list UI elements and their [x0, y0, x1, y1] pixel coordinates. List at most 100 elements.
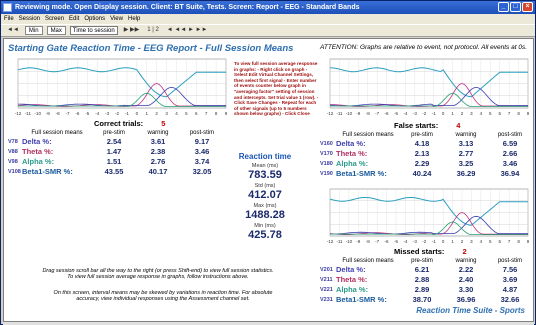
- x-tick-label: 2: [461, 239, 464, 244]
- menu-edit[interactable]: Edit: [69, 14, 79, 24]
- app-icon: [3, 3, 12, 12]
- post-stim-value: 36.94: [500, 169, 520, 178]
- menu-options[interactable]: Options: [84, 14, 105, 24]
- chart-false[interactable]: -12 -11 -10 -9 -8 -7 -6 -5 -4 -3 -2 -1 0 1 2 3 4 5 6 7 8 9: [320, 57, 532, 117]
- channel-code: V170: [320, 150, 333, 157]
- x-tick-label: -4: [403, 239, 407, 244]
- band-name: Theta %:: [22, 147, 54, 156]
- x-tick-label: -10: [35, 111, 42, 116]
- footer-line-2: To view full session average response in…: [67, 274, 249, 280]
- time-dropdown[interactable]: Time to session: [69, 26, 118, 35]
- pre-stim-value: 2.88: [414, 275, 430, 284]
- header-pre: pre-stim: [103, 130, 125, 136]
- missed-count: 2: [462, 247, 467, 256]
- x-tick-label: -7: [375, 111, 379, 116]
- x-tick-label: -4: [403, 111, 407, 116]
- post-stim-value: 3.74: [194, 157, 210, 166]
- close-button[interactable]: ×: [522, 2, 533, 12]
- post-stim-value: 7.56: [502, 265, 518, 274]
- band-name: Beta1-SMR %:: [22, 167, 73, 176]
- x-tick-label: 4: [480, 239, 483, 244]
- menu-file[interactable]: File: [4, 14, 14, 24]
- channel-code: V201: [320, 266, 333, 273]
- x-tick-label: 1: [451, 111, 454, 116]
- correct-table: Full session means pre-stim warning post-st…: [8, 130, 230, 176]
- x-tick-label: 7: [508, 239, 511, 244]
- x-tick-label: -6: [75, 111, 79, 116]
- toolbar: ◄◄ Min Max Time to session ▶ ▶▶ 1 | 2 ◄ …: [1, 24, 535, 37]
- rt-max: 1488.28: [245, 209, 285, 221]
- x-tick-label: -9: [356, 111, 360, 116]
- x-tick-label: -12: [15, 111, 22, 116]
- play-button[interactable]: ▶ ▶▶: [122, 26, 142, 35]
- pre-stim-value: 2.13: [414, 149, 430, 158]
- channel-code: V211: [320, 276, 333, 283]
- maximize-button[interactable]: □: [510, 2, 521, 12]
- pre-stim-value: 43.55: [104, 167, 124, 176]
- band-name: Beta1-SMR %:: [336, 169, 387, 178]
- post-stim-value: 32.66: [500, 295, 520, 304]
- correct-trials-section: Correct trials: 5 Full session means pre-…: [8, 119, 230, 176]
- page-control[interactable]: 1 | 2: [145, 26, 161, 35]
- correct-count: 5: [161, 119, 166, 128]
- menu-session[interactable]: Session: [19, 14, 40, 24]
- chart-correct[interactable]: -12 -11 -10 -9 -8 -7 -6 -5 -4 -3 -2 -1 0 1 2 3 4 5 6 7 8 9: [8, 57, 230, 117]
- x-tick-label: -11: [25, 111, 32, 116]
- warning-value: 3.13: [458, 139, 474, 148]
- max-field[interactable]: Max: [46, 26, 66, 35]
- warning-value: 3.61: [150, 137, 166, 146]
- header-spacer: [8, 130, 22, 136]
- window-title: Reviewing mode. Open Display session. Cl…: [15, 4, 360, 11]
- pre-stim-value: 2.29: [414, 159, 430, 168]
- x-tick-label: -3: [413, 111, 417, 116]
- chart-missed[interactable]: -12 -11 -10 -9 -8 -7 -6 -5 -4 -3 -2 -1 0 1 2 3 4 5 6 7 8 9: [320, 187, 532, 245]
- header-warning: warning: [455, 258, 477, 264]
- nav-buttons[interactable]: ◄ ◄◄ ► ►►: [165, 26, 210, 35]
- band-name: Delta %:: [336, 139, 366, 148]
- header-means: Full session means: [342, 132, 394, 138]
- x-tick-label: -1: [432, 239, 436, 244]
- pre-stim-value: 2.54: [106, 137, 122, 146]
- header-spacer: [320, 258, 336, 264]
- x-tick-label: 8: [517, 239, 520, 244]
- minimize-button[interactable]: _: [498, 2, 509, 12]
- menu-view[interactable]: View: [110, 14, 123, 24]
- header-means: Full session means: [31, 130, 83, 136]
- pre-stim-value: 6.21: [414, 265, 430, 274]
- menu-help[interactable]: Help: [128, 14, 140, 24]
- menu-screen[interactable]: Screen: [45, 14, 64, 24]
- false-count: 4: [456, 121, 461, 130]
- band-name: Theta %:: [336, 149, 368, 158]
- channel-code: V160: [320, 140, 333, 147]
- back-button[interactable]: ◄◄: [5, 26, 21, 35]
- min-field[interactable]: Min: [24, 26, 43, 35]
- header-pre: pre-stim: [411, 132, 433, 138]
- header-pre: pre-stim: [411, 258, 433, 264]
- post-stim-value: 2.66: [502, 149, 518, 158]
- warning-value: 2.77: [458, 149, 474, 158]
- post-stim-value: 6.59: [502, 139, 518, 148]
- header-spacer: [320, 132, 336, 138]
- warning-value: 3.25: [458, 159, 474, 168]
- pre-stim-value: 4.18: [414, 139, 430, 148]
- warning-value: 2.22: [458, 265, 474, 274]
- pre-stim-value: 40.24: [412, 169, 432, 178]
- x-tick-label: 6: [195, 111, 198, 116]
- x-tick-label: -12: [327, 111, 334, 116]
- x-tick-label: 9: [225, 111, 228, 116]
- x-tick-label: 9: [527, 239, 530, 244]
- x-tick-label: -10: [346, 111, 353, 116]
- page-title: Starting Gate Reaction Time - EEG Report…: [8, 43, 294, 54]
- post-stim-value: 3.69: [502, 275, 518, 284]
- x-tick-label: 2: [155, 111, 158, 116]
- x-tick-label: 5: [489, 239, 492, 244]
- channel-code: V108: [8, 168, 21, 175]
- x-tick-label: -6: [385, 111, 389, 116]
- warning-value: 36.96: [456, 295, 476, 304]
- band-name: Delta %:: [336, 265, 366, 274]
- x-tick-label: 4: [175, 111, 178, 116]
- x-tick-label: 1: [451, 239, 454, 244]
- warning-value: 2.76: [150, 157, 166, 166]
- x-tick-label: 0: [136, 111, 139, 116]
- warning-value: 2.38: [150, 147, 166, 156]
